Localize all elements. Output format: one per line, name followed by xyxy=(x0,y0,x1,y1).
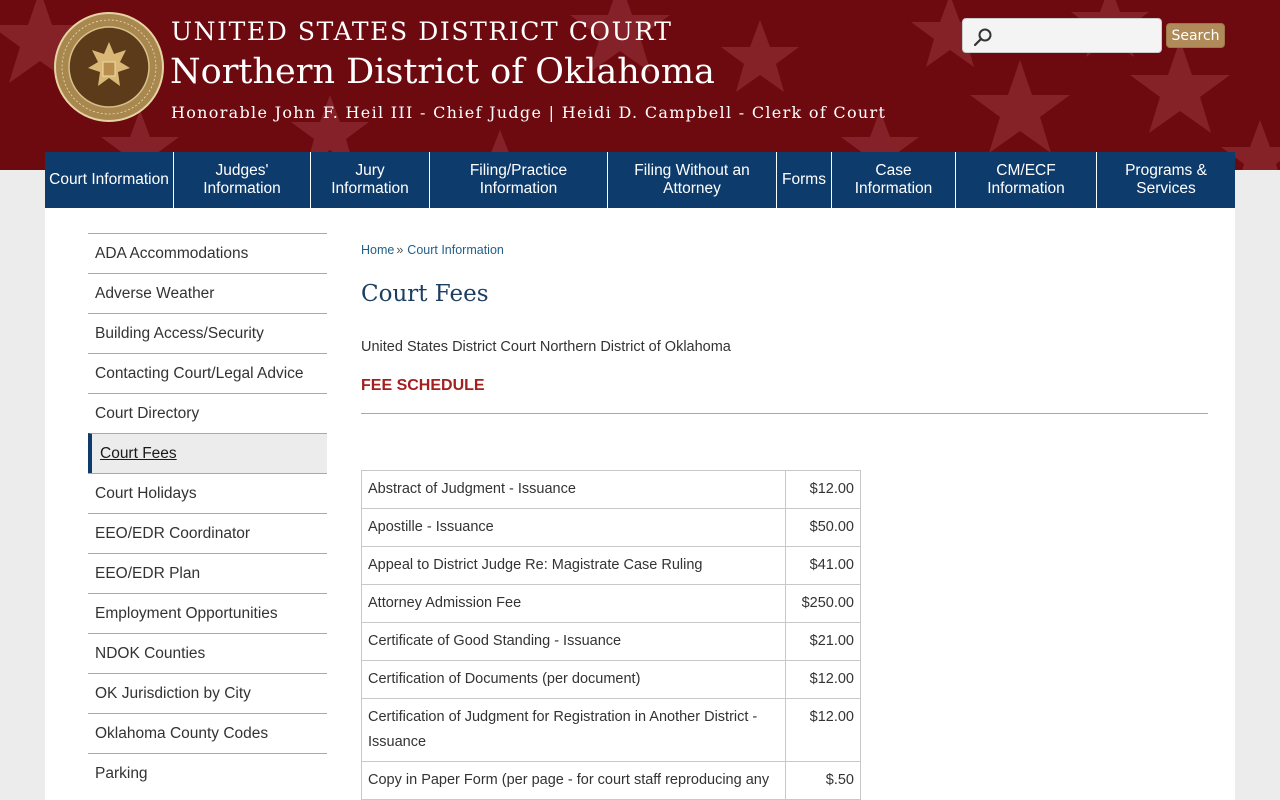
sidebar-item-oklahoma-county-codes[interactable]: Oklahoma County Codes xyxy=(88,713,327,753)
nav-case-information[interactable]: Case Information xyxy=(832,152,956,208)
nav-forms[interactable]: Forms xyxy=(777,152,832,208)
nav-judges-information[interactable]: Judges' Information xyxy=(174,152,311,208)
fee-amount: $12.00 xyxy=(785,698,861,762)
table-row: Certification of Judgment for Registrati… xyxy=(360,698,861,762)
sidebar-item-contacting-court[interactable]: Contacting Court/Legal Advice xyxy=(88,353,327,393)
fee-amount: $250.00 xyxy=(785,584,861,623)
table-row: Attorney Admission Fee $250.00 xyxy=(360,584,861,623)
search-button[interactable]: Search xyxy=(1166,23,1225,48)
sidebar-item-adverse-weather[interactable]: Adverse Weather xyxy=(88,273,327,313)
sidebar-item-ada-accommodations[interactable]: ADA Accommodations xyxy=(88,233,327,273)
fee-description: Abstract of Judgment - Issuance xyxy=(360,470,787,509)
fee-amount: $41.00 xyxy=(785,546,861,585)
fee-amount: $21.00 xyxy=(785,622,861,661)
fee-description: Apostille - Issuance xyxy=(360,508,787,547)
section-divider xyxy=(361,413,1208,414)
sidebar-menu: ADA Accommodations Adverse Weather Build… xyxy=(88,233,327,793)
sidebar-item-building-access[interactable]: Building Access/Security xyxy=(88,313,327,353)
site-header: UNITED STATES DISTRICT COURT Northern Di… xyxy=(0,0,1280,170)
sidebar-item-ok-jurisdiction[interactable]: OK Jurisdiction by City xyxy=(88,673,327,713)
nav-filing-practice-information[interactable]: Filing/Practice Information xyxy=(430,152,608,208)
nav-court-information[interactable]: Court Information xyxy=(45,152,174,208)
breadcrumb-separator: » xyxy=(396,243,404,257)
nav-cmecf-information[interactable]: CM/ECF Information xyxy=(956,152,1097,208)
sidebar-item-employment-opportunities[interactable]: Employment Opportunities xyxy=(88,593,327,633)
main-nav: Court Information Judges' Information Ju… xyxy=(45,152,1235,208)
table-row: Apostille - Issuance $50.00 xyxy=(360,508,861,547)
page-title: Court Fees xyxy=(361,281,489,307)
fee-description: Certification of Documents (per document… xyxy=(360,660,787,699)
fee-amount: $.50 xyxy=(785,761,861,800)
fee-amount: $12.00 xyxy=(785,470,861,509)
fee-description: Attorney Admission Fee xyxy=(360,584,787,623)
fee-table: Abstract of Judgment - Issuance $12.00 A… xyxy=(360,470,861,800)
judges-line: Honorable John F. Heil III - Chief Judge… xyxy=(171,103,887,122)
table-row: Certification of Documents (per document… xyxy=(360,660,861,699)
sidebar-item-ndok-counties[interactable]: NDOK Counties xyxy=(88,633,327,673)
fee-schedule-heading: FEE SCHEDULE xyxy=(361,377,485,394)
fee-description: Certificate of Good Standing - Issuance xyxy=(360,622,787,661)
fee-description: Certification of Judgment for Registrati… xyxy=(360,698,787,762)
table-row: Appeal to District Judge Re: Magistrate … xyxy=(360,546,861,585)
court-seal-eagle-icon[interactable] xyxy=(54,12,164,122)
district-name[interactable]: Northern District of Oklahoma xyxy=(170,52,715,92)
nav-jury-information[interactable]: Jury Information xyxy=(311,152,430,208)
search-box xyxy=(962,18,1162,53)
breadcrumb-court-information-link[interactable]: Court Information xyxy=(407,243,504,257)
sidebar-item-court-holidays[interactable]: Court Holidays xyxy=(88,473,327,513)
sidebar-item-court-fees[interactable]: Court Fees xyxy=(88,433,327,473)
nav-filing-without-attorney[interactable]: Filing Without an Attorney xyxy=(608,152,777,208)
sidebar-item-eeo-edr-plan[interactable]: EEO/EDR Plan xyxy=(88,553,327,593)
sidebar-item-court-directory[interactable]: Court Directory xyxy=(88,393,327,433)
breadcrumb: Home» Court Information xyxy=(361,243,504,257)
table-row: Copy in Paper Form (per page - for court… xyxy=(360,761,861,800)
fee-amount: $12.00 xyxy=(785,660,861,699)
table-row: Abstract of Judgment - Issuance $12.00 xyxy=(360,470,861,509)
fee-description: Appeal to District Judge Re: Magistrate … xyxy=(360,546,787,585)
table-row: Certificate of Good Standing - Issuance … xyxy=(360,622,861,661)
search-input[interactable] xyxy=(997,23,1157,49)
court-name: UNITED STATES DISTRICT COURT xyxy=(171,17,673,46)
breadcrumb-home-link[interactable]: Home xyxy=(361,243,394,257)
search-icon xyxy=(973,28,992,47)
sidebar-item-parking[interactable]: Parking xyxy=(88,753,327,793)
sidebar-item-eeo-edr-coordinator[interactable]: EEO/EDR Coordinator xyxy=(88,513,327,553)
intro-text: United States District Court Northern Di… xyxy=(361,339,731,355)
fee-description: Copy in Paper Form (per page - for court… xyxy=(360,761,787,800)
nav-programs-services[interactable]: Programs & Services xyxy=(1097,152,1235,208)
fee-amount: $50.00 xyxy=(785,508,861,547)
